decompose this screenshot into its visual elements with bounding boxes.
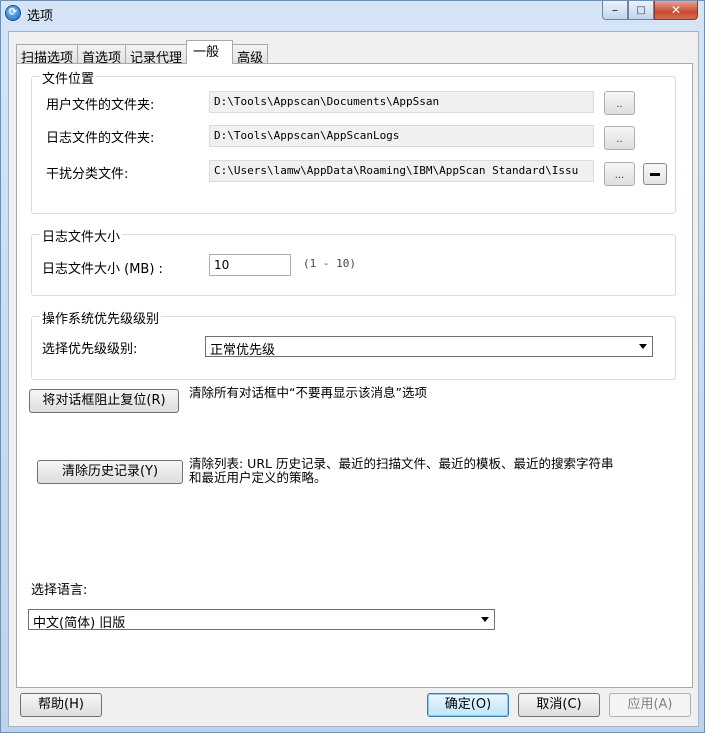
log-size-title: 日志文件大小 — [40, 226, 123, 245]
chevron-down-icon — [639, 344, 647, 349]
help-button[interactable]: 帮助(H) — [20, 693, 102, 717]
options-dialog: ⟳ 选项 ⎯ □ ✕ 扫描选项 首选项 记录代理 一般 高级 文件位置 用户文件… — [0, 0, 705, 733]
remove-noise-file-icon[interactable] — [643, 163, 667, 185]
chevron-down-icon — [481, 617, 489, 622]
file-locations-title: 文件位置 — [40, 68, 97, 87]
tab-general[interactable]: 一般 — [186, 40, 234, 64]
language-value: 中文(简体) 旧版 — [33, 616, 126, 631]
language-label: 选择语言: — [31, 583, 88, 598]
reset-dialogs-description: 清除所有对话框中“不要再显示该消息”选项 — [189, 385, 427, 400]
tab-scan-options[interactable]: 扫描选项 — [16, 44, 79, 66]
tab-record-proxy[interactable]: 记录代理 — [125, 44, 188, 66]
clear-history-description-line1: 清除列表: URL 历史记录、最近的扫描文件、最近的模板、最近的搜索字符串 — [189, 456, 614, 471]
priority-group: 操作系统优先级级别 选择优先级级别: 正常优先级 — [31, 308, 676, 380]
tab-strip: 扫描选项 首选项 记录代理 一般 高级 — [16, 40, 269, 66]
caption-buttons: ⎯ □ ✕ — [602, 1, 698, 21]
cancel-button[interactable]: 取消(C) — [518, 693, 600, 717]
appscan-app-icon: ⟳ — [5, 5, 21, 21]
log-size-label: 日志文件大小 (MB) : — [42, 262, 163, 277]
apply-button[interactable]: 应用(A) — [609, 693, 691, 717]
priority-level-label: 选择优先级级别: — [42, 342, 138, 357]
title-bar[interactable]: ⟳ 选项 ⎯ □ ✕ — [1, 1, 704, 27]
reset-dialogs-button[interactable]: 将对话框阻止复位(R) — [29, 389, 179, 413]
close-icon[interactable]: ✕ — [654, 1, 698, 20]
dialog-client-area: 扫描选项 首选项 记录代理 一般 高级 文件位置 用户文件的文件夹: D:\To… — [8, 31, 699, 727]
noise-file-field[interactable]: C:\Users\lamw\AppData\Roaming\IBM\AppSca… — [209, 160, 594, 182]
user-files-browse-button[interactable]: .. — [604, 91, 635, 115]
clear-history-description-line2: 和最近用户定义的策略。 — [189, 470, 327, 485]
language-select[interactable]: 中文(简体) 旧版 — [28, 609, 495, 631]
maximize-icon[interactable]: □ — [628, 1, 654, 20]
user-files-folder-field[interactable]: D:\Tools\Appscan\Documents\AppSsan — [209, 91, 594, 113]
tab-advanced[interactable]: 高级 — [232, 44, 269, 66]
log-files-folder-label: 日志文件的文件夹: — [46, 131, 155, 146]
noise-file-browse-button[interactable]: ... — [604, 162, 635, 186]
log-size-range-hint: (1 - 10) — [303, 257, 356, 270]
ok-button[interactable]: 确定(O) — [427, 693, 509, 717]
user-files-folder-label: 用户文件的文件夹: — [46, 98, 155, 113]
log-size-input[interactable]: 10 — [209, 254, 291, 276]
priority-title: 操作系统优先级级别 — [40, 308, 162, 327]
tab-preferences[interactable]: 首选项 — [77, 44, 127, 66]
log-files-folder-field[interactable]: D:\Tools\Appscan\AppScanLogs — [209, 125, 594, 147]
priority-level-select[interactable]: 正常优先级 — [205, 336, 653, 358]
priority-level-value: 正常优先级 — [210, 343, 276, 358]
general-tab-panel: 文件位置 用户文件的文件夹: D:\Tools\Appscan\Document… — [16, 63, 693, 688]
log-size-group: 日志文件大小 日志文件大小 (MB) : 10 (1 - 10) — [31, 226, 676, 296]
noise-file-label: 干扰分类文件: — [46, 167, 129, 182]
minimize-icon[interactable]: ⎯ — [602, 1, 628, 20]
clear-history-button[interactable]: 清除历史记录(Y) — [37, 460, 183, 484]
window-title: 选项 — [27, 9, 54, 24]
log-files-browse-button[interactable]: .. — [604, 126, 635, 150]
file-locations-group: 文件位置 用户文件的文件夹: D:\Tools\Appscan\Document… — [31, 68, 676, 214]
